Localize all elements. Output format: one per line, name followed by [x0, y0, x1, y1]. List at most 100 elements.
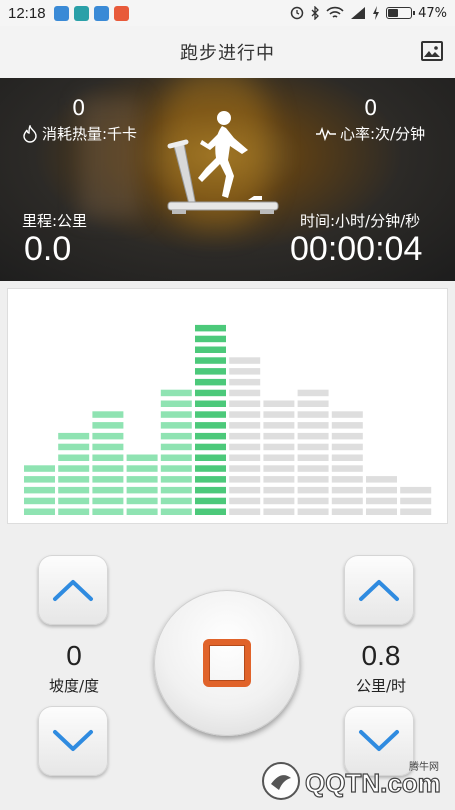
chart-bar-segment	[92, 497, 124, 505]
chart-bar-segment	[331, 486, 363, 494]
notification-icon	[93, 5, 109, 21]
chart-bar-segment	[263, 400, 295, 407]
chart-bar-segment	[229, 486, 261, 494]
chart-bar-segment	[195, 497, 226, 505]
chart-bar-segment	[366, 486, 397, 494]
chart-bar-segment	[126, 497, 158, 505]
chart-bar-segment	[160, 389, 192, 397]
chart-bar-segment	[92, 454, 124, 461]
chart-bar-segment	[24, 476, 55, 483]
chart-bar-segment	[400, 497, 432, 505]
chart-bar-segment	[297, 476, 329, 483]
chart-bar-segment	[58, 454, 90, 461]
chart-bar-segment	[58, 486, 90, 494]
chart-bar-segment	[160, 476, 192, 483]
chart-bar-segment	[297, 422, 329, 429]
chart-bar-segment	[297, 497, 329, 505]
signal-icon	[351, 7, 366, 19]
chart-bar-segment	[58, 497, 90, 505]
chart-bar-segment	[58, 443, 90, 451]
chart-bar-segment	[229, 432, 261, 440]
speed-value: 0.8	[361, 640, 401, 671]
chart-bar-segment	[331, 411, 363, 418]
chart-bar-segment	[195, 335, 226, 343]
chart-bar	[195, 324, 226, 515]
chart-bar-segment	[92, 486, 124, 494]
chart-bar-segment	[263, 454, 295, 461]
chart-bar-segment	[195, 357, 226, 364]
speed-up-button[interactable]	[344, 555, 414, 625]
chart-bar-segment	[24, 497, 55, 505]
chart-bar-segment	[195, 411, 226, 418]
chart-bar-segment	[400, 486, 432, 494]
chart-bar-segment	[366, 508, 397, 515]
chart-bar-segment	[263, 432, 295, 440]
chart-bar-segment	[160, 454, 192, 461]
heart-rate-value: 0	[364, 96, 378, 120]
calories-label: 消耗热量:千卡	[42, 125, 138, 143]
chart-bar-segment	[160, 411, 192, 418]
speed-program-chart	[7, 288, 448, 524]
chart-bar-segment	[126, 508, 158, 515]
chart-bar	[331, 411, 363, 515]
chevron-down-icon	[359, 730, 399, 751]
bluetooth-icon	[311, 6, 320, 20]
chart-bar-segment	[24, 486, 55, 494]
chart-bar-segment	[229, 389, 261, 397]
title-bar: 跑步进行中	[0, 26, 455, 78]
chart-bar-segment	[331, 465, 363, 472]
stop-icon	[203, 639, 251, 687]
battery-icon	[386, 7, 416, 19]
chart-bar-segment	[297, 454, 329, 461]
incline-up-button[interactable]	[38, 555, 108, 625]
battery-percent: 47%	[418, 5, 447, 21]
elapsed-time-value: 00:00:04	[290, 230, 423, 268]
chart-bar-segment	[229, 368, 261, 375]
chart-bar-segment	[195, 346, 226, 353]
wifi-icon	[326, 6, 344, 18]
chart-bar-segment	[331, 443, 363, 451]
notification-icon	[53, 5, 69, 21]
chart-bar-segment	[160, 432, 192, 440]
chart-bar-segment	[92, 432, 124, 440]
stop-button[interactable]	[154, 590, 300, 736]
chart-bar-segment	[92, 465, 124, 472]
heart-rate-label: 心率:次/分钟	[340, 125, 426, 143]
chart-bar-segment	[126, 486, 158, 494]
chart-bar-segment	[229, 400, 261, 407]
chart-bar-segment	[92, 411, 124, 418]
chart-bar-segment	[195, 400, 226, 407]
chart-bar-segment	[92, 422, 124, 429]
page-title: 跑步进行中	[180, 43, 275, 64]
chart-bar	[400, 486, 432, 515]
chevron-up-icon	[359, 580, 399, 601]
chart-bar-segment	[160, 422, 192, 429]
chart-bar-segment	[160, 497, 192, 505]
incline-down-button[interactable]	[38, 706, 108, 776]
chart-bar-segment	[229, 422, 261, 429]
chart-bar-segment	[331, 422, 363, 429]
distance-value: 0.0	[24, 230, 72, 268]
chart-bar	[126, 454, 158, 515]
chart-bar	[366, 476, 397, 515]
calories-value: 0	[72, 96, 86, 120]
chart-bar-segment	[331, 432, 363, 440]
flame-icon	[23, 124, 37, 143]
chart-bar-segment	[58, 476, 90, 483]
chart-bar-segment	[160, 400, 192, 407]
notification-icon	[73, 5, 89, 21]
chart-bar-segment	[297, 400, 329, 407]
chart-bar-segment	[297, 465, 329, 472]
chart-bar-segment	[263, 411, 295, 418]
stats-panel: 0 消耗热量:千卡 0 心率:次/分钟 里程:公里 0.0 时间:小时/分钟/秒…	[0, 78, 455, 281]
chart-bar-segment	[195, 454, 226, 461]
chart-bar-segment	[24, 508, 55, 515]
image-icon[interactable]	[421, 41, 443, 61]
chart-bar-segment	[400, 508, 432, 515]
chart-bar-segment	[195, 476, 226, 483]
chart-bar-segment	[229, 357, 261, 364]
chart-bar-segment	[366, 476, 397, 483]
chart-bar-segment	[297, 432, 329, 440]
chart-bar-segment	[229, 476, 261, 483]
chart-bar-segment	[263, 465, 295, 472]
